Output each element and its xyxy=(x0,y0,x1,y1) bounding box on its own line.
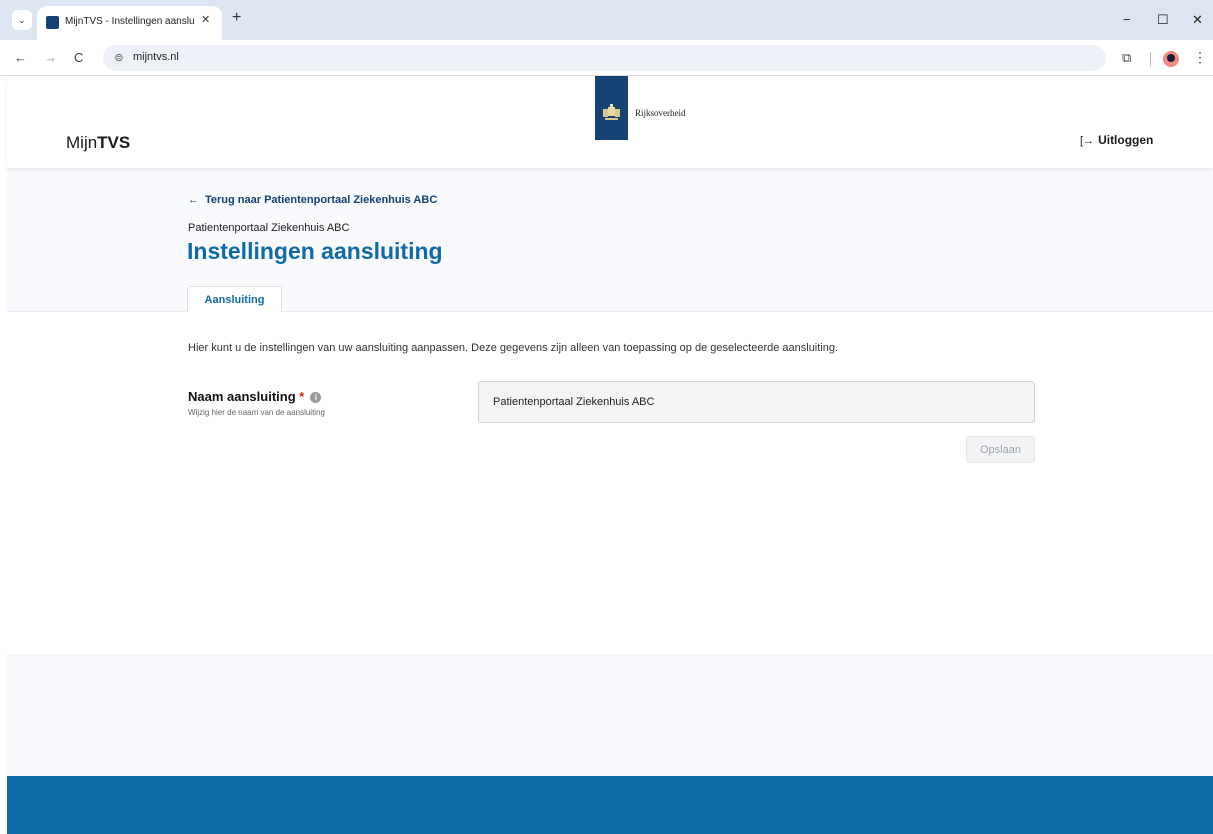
minimize-button[interactable]: − xyxy=(1123,12,1131,27)
browser-tab-bar: ⌄ MijnTVS - Instellingen aansluiti ✕ + −… xyxy=(0,0,1213,40)
page-bottom-area xyxy=(7,656,1213,776)
logout-button[interactable]: [→ Uitloggen xyxy=(1080,133,1153,147)
page-header-section: ← Terug naar Patientenportaal Ziekenhuis … xyxy=(7,168,1213,313)
browser-tab[interactable]: MijnTVS - Instellingen aansluiti ✕ xyxy=(37,6,222,40)
back-arrow-icon[interactable]: ← xyxy=(14,50,27,65)
brand-bold: TVS xyxy=(97,133,131,152)
maximize-button[interactable]: ☐ xyxy=(1157,12,1169,28)
tab-title: MijnTVS - Instellingen aansluiti xyxy=(65,16,195,27)
browser-toolbar: ← → C ⊜ mijntvs.nl ⧉ ⋮ xyxy=(0,40,1213,76)
address-bar[interactable]: ⊜ mijntvs.nl xyxy=(103,45,1106,71)
site-header: MijnTVS Rijksoverheid [→ Uitloggen xyxy=(7,76,1213,168)
back-link-label: Terug naar Patientenportaal Ziekenhuis A… xyxy=(205,194,438,206)
field-help-text: Wijzig hier de naam van de aansluiting xyxy=(188,408,325,417)
site-info-icon[interactable]: ⊜ xyxy=(112,51,126,65)
coat-of-arms-icon xyxy=(603,104,620,120)
logo-text: Rijksoverheid xyxy=(635,108,686,118)
rijksoverheid-favicon-icon xyxy=(46,16,59,29)
site-footer xyxy=(7,776,1213,834)
required-mark: * xyxy=(299,389,305,404)
close-window-button[interactable]: ✕ xyxy=(1192,12,1203,28)
field-label-text: Naam aansluiting xyxy=(188,389,296,404)
brand-prefix: Mijn xyxy=(66,133,98,152)
page-subtitle: Patientenportaal Ziekenhuis ABC xyxy=(188,222,350,234)
new-tab-button[interactable]: + xyxy=(232,9,241,27)
tab-aansluiting[interactable]: Aansluiting xyxy=(187,286,282,313)
logout-icon: [→ xyxy=(1080,135,1095,147)
arrow-left-icon: ← xyxy=(188,194,199,206)
back-link[interactable]: ← Terug naar Patientenportaal Ziekenhuis … xyxy=(188,194,437,206)
connection-name-input[interactable] xyxy=(478,381,1035,423)
field-label: Naam aansluiting * i xyxy=(188,389,322,404)
info-icon[interactable]: i xyxy=(310,392,322,403)
intro-text: Hier kunt u de instellingen van uw aansl… xyxy=(188,342,839,354)
profile-avatar-icon[interactable] xyxy=(1163,51,1179,67)
rijksoverheid-logo xyxy=(595,76,628,140)
settings-content: Hier kunt u de instellingen van uw aansl… xyxy=(7,312,1213,656)
brand-logo[interactable]: MijnTVS xyxy=(66,133,130,153)
tab-search-button[interactable]: ⌄ xyxy=(12,10,32,30)
page-title: Instellingen aansluiting xyxy=(187,238,443,264)
reload-icon[interactable]: C xyxy=(74,50,83,65)
tab-close-icon[interactable]: ✕ xyxy=(201,13,210,26)
toolbar-separator xyxy=(1150,52,1151,66)
extensions-icon[interactable]: ⧉ xyxy=(1122,50,1131,66)
browser-menu-icon[interactable]: ⋮ xyxy=(1193,49,1207,66)
logout-label: Uitloggen xyxy=(1098,133,1154,147)
forward-arrow-icon[interactable]: → xyxy=(44,50,57,65)
url-text: mijntvs.nl xyxy=(133,51,179,63)
save-button[interactable]: Opslaan xyxy=(966,436,1035,463)
